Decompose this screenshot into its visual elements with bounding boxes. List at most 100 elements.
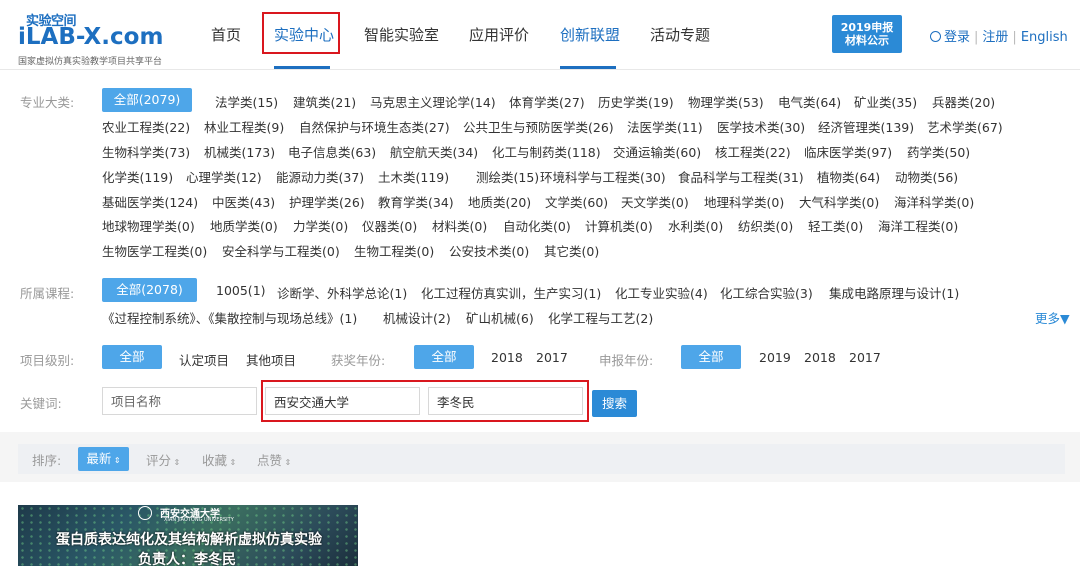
- major-tag[interactable]: 农业工程类(22): [102, 117, 190, 136]
- major-tag[interactable]: 海洋工程类(0): [878, 216, 958, 235]
- nav-smart-lab[interactable]: 智能实验室: [364, 24, 439, 45]
- major-tag[interactable]: 心理学类(12): [186, 167, 262, 186]
- major-tag[interactable]: 生物工程类(0): [354, 241, 434, 260]
- sort-newest-button[interactable]: 最新 ⇕: [78, 447, 129, 471]
- register-link[interactable]: 注册: [982, 30, 1008, 45]
- major-tag[interactable]: 临床医学类(97): [804, 142, 892, 161]
- major-tag[interactable]: 经济管理类(139): [818, 117, 914, 136]
- major-tag[interactable]: 公共卫生与预防医学类(26): [463, 117, 614, 136]
- apply-year-option[interactable]: 2017: [849, 350, 881, 365]
- major-tag[interactable]: 矿业类(35): [854, 92, 917, 111]
- major-tag[interactable]: 纺织类(0): [738, 216, 793, 235]
- major-tag[interactable]: 其它类(0): [544, 241, 599, 260]
- major-tag[interactable]: 测绘类(15): [476, 167, 539, 186]
- nav-home[interactable]: 首页: [211, 24, 241, 45]
- major-tag[interactable]: 地球物理学类(0): [102, 216, 195, 235]
- major-tag[interactable]: 电子信息类(63): [288, 142, 376, 161]
- major-tag[interactable]: 地理科学类(0): [704, 192, 784, 211]
- major-tag[interactable]: 化学类(119): [102, 167, 173, 186]
- sort-rating-button[interactable]: 评分 ⇕: [146, 450, 180, 469]
- apply-year-option[interactable]: 2019: [759, 350, 791, 365]
- course-all-tag[interactable]: 全部(2078): [102, 278, 197, 302]
- search-button[interactable]: 搜索: [592, 390, 637, 417]
- major-tag[interactable]: 仪器类(0): [362, 216, 417, 235]
- major-tag[interactable]: 物理学类(53): [688, 92, 764, 111]
- level-option[interactable]: 认定项目: [179, 350, 229, 369]
- course-tag[interactable]: 1005(1): [216, 283, 266, 298]
- major-tag[interactable]: 计算机类(0): [585, 216, 653, 235]
- more-courses-link[interactable]: 更多▼: [1035, 308, 1070, 327]
- major-tag[interactable]: 公安技术类(0): [449, 241, 529, 260]
- sort-like-button[interactable]: 点赞 ⇕: [257, 450, 291, 469]
- major-tag[interactable]: 生物科学类(73): [102, 142, 190, 161]
- course-tag[interactable]: 化工综合实验(3): [720, 283, 813, 302]
- course-tag[interactable]: 矿山机械(6): [466, 308, 534, 327]
- major-tag[interactable]: 建筑类(21): [293, 92, 356, 111]
- major-tag[interactable]: 安全科学与工程类(0): [222, 241, 340, 260]
- major-tag[interactable]: 马克思主义理论学(14): [370, 92, 496, 111]
- major-tag[interactable]: 天文学类(0): [621, 192, 689, 211]
- major-tag[interactable]: 自动化类(0): [503, 216, 571, 235]
- nav-evaluation[interactable]: 应用评价: [469, 24, 529, 45]
- major-tag[interactable]: 环境科学与工程类(30): [540, 167, 666, 186]
- major-tag[interactable]: 生物医学工程类(0): [102, 241, 207, 260]
- course-tag[interactable]: 化学工程与工艺(2): [548, 308, 653, 327]
- major-tag[interactable]: 法学类(15): [215, 92, 278, 111]
- major-tag[interactable]: 植物类(64): [817, 167, 880, 186]
- course-tag[interactable]: 化工专业实验(4): [615, 283, 708, 302]
- major-tag[interactable]: 化工与制药类(118): [492, 142, 601, 161]
- major-tag[interactable]: 航空航天类(34): [390, 142, 478, 161]
- major-tag[interactable]: 水利类(0): [668, 216, 723, 235]
- course-tag[interactable]: 《过程控制系统》、《集散控制与现场总线》(1): [102, 308, 357, 327]
- major-tag[interactable]: 食品科学与工程类(31): [678, 167, 804, 186]
- major-tag[interactable]: 核工程类(22): [715, 142, 791, 161]
- major-tag[interactable]: 交通运输类(60): [613, 142, 701, 161]
- major-tag[interactable]: 轻工类(0): [808, 216, 863, 235]
- project-name-input[interactable]: [102, 387, 257, 415]
- nav-activities[interactable]: 活动专题: [650, 24, 710, 45]
- major-tag[interactable]: 自然保护与环境生态类(27): [299, 117, 450, 136]
- major-all-tag[interactable]: 全部(2079): [102, 88, 192, 112]
- nav-innovation-alliance[interactable]: 创新联盟: [560, 24, 620, 45]
- major-tag[interactable]: 土木类(119): [378, 167, 449, 186]
- course-tag[interactable]: 化工过程仿真实训，生产实习(1): [421, 283, 601, 302]
- major-tag[interactable]: 中医类(43): [212, 192, 275, 211]
- apply-year-all-tag[interactable]: 全部: [681, 345, 741, 369]
- award-year-all-tag[interactable]: 全部: [414, 345, 474, 369]
- course-tag[interactable]: 诊断学、外科学总论(1): [277, 283, 407, 302]
- major-tag[interactable]: 材料类(0): [432, 216, 487, 235]
- apply-year-option[interactable]: 2018: [804, 350, 836, 365]
- major-tag[interactable]: 文学类(60): [545, 192, 608, 211]
- login-link[interactable]: 登录: [944, 30, 970, 45]
- major-tag[interactable]: 体育学类(27): [509, 92, 585, 111]
- course-tag[interactable]: 机械设计(2): [383, 308, 451, 327]
- language-link[interactable]: English: [1021, 30, 1068, 45]
- major-tag[interactable]: 海洋科学类(0): [894, 192, 974, 211]
- major-tag[interactable]: 地质学类(0): [210, 216, 278, 235]
- sort-favorite-button[interactable]: 收藏 ⇕: [202, 450, 236, 469]
- major-tag[interactable]: 护理学类(26): [289, 192, 365, 211]
- major-tag[interactable]: 教育学类(34): [378, 192, 454, 211]
- level-option[interactable]: 其他项目: [246, 350, 296, 369]
- major-tag[interactable]: 能源动力类(37): [276, 167, 364, 186]
- major-tag[interactable]: 医学技术类(30): [717, 117, 805, 136]
- major-tag[interactable]: 历史学类(19): [598, 92, 674, 111]
- award-year-option[interactable]: 2017: [536, 350, 568, 365]
- major-tag[interactable]: 机械类(173): [204, 142, 275, 161]
- major-tag[interactable]: 电气类(64): [778, 92, 841, 111]
- major-tag[interactable]: 艺术学类(67): [927, 117, 1003, 136]
- apply-materials-badge[interactable]: 2019申报 材料公示: [832, 15, 902, 53]
- major-tag[interactable]: 兵器类(20): [932, 92, 995, 111]
- level-all-tag[interactable]: 全部: [102, 345, 162, 369]
- course-tag[interactable]: 集成电路原理与设计(1): [829, 283, 959, 302]
- award-year-option[interactable]: 2018: [491, 350, 523, 365]
- major-tag[interactable]: 大气科学类(0): [799, 192, 879, 211]
- major-tag[interactable]: 药学类(50): [907, 142, 970, 161]
- major-tag[interactable]: 动物类(56): [895, 167, 958, 186]
- major-tag[interactable]: 基础医学类(124): [102, 192, 198, 211]
- site-logo[interactable]: 实验空间 iLAB-X.com 国家虚拟仿真实验教学项目共享平台: [18, 10, 188, 67]
- major-tag[interactable]: 法医学类(11): [627, 117, 703, 136]
- major-tag[interactable]: 力学类(0): [293, 216, 348, 235]
- major-tag[interactable]: 林业工程类(9): [204, 117, 284, 136]
- result-card-thumbnail[interactable]: 西安交通大学 XIAN JIAOTONG UNIVERSITY 蛋白质表达纯化及…: [18, 505, 358, 566]
